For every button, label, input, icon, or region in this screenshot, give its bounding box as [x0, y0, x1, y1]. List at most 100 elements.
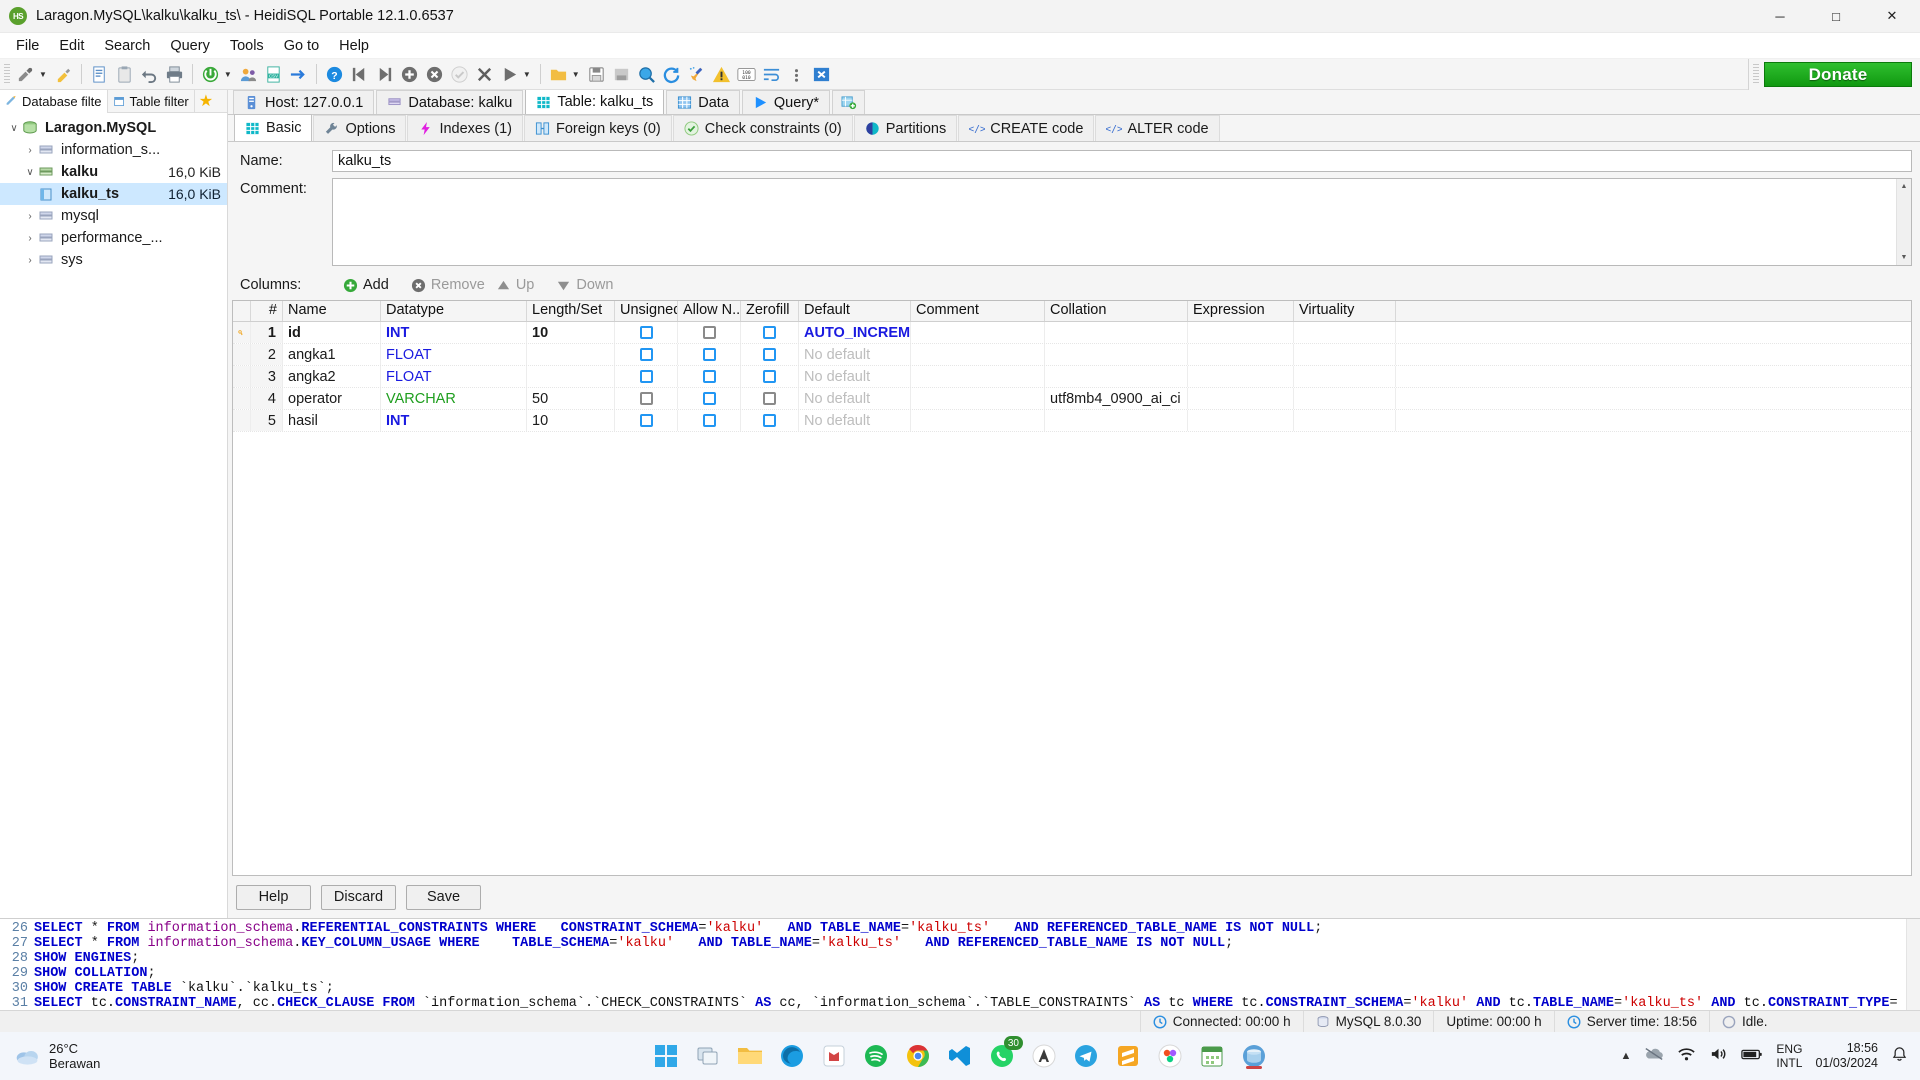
checkbox[interactable]	[763, 370, 776, 383]
checkbox[interactable]	[640, 370, 653, 383]
column-comment-cell[interactable]	[911, 410, 1045, 431]
delete-row-icon[interactable]	[422, 61, 447, 87]
toolbar-grip[interactable]	[4, 64, 10, 84]
heidisql-taskbar-icon[interactable]	[1239, 1041, 1269, 1071]
database-filter-input[interactable]: Database filte	[0, 90, 108, 113]
subtab-alter-code[interactable]: </> ALTER code	[1095, 115, 1219, 141]
column-comment-cell[interactable]	[911, 366, 1045, 387]
subtab-basic[interactable]: Basic	[234, 114, 312, 141]
donate-grip[interactable]	[1753, 64, 1759, 84]
row-number-cell[interactable]: 2	[251, 344, 283, 365]
refresh-circle-icon[interactable]	[659, 61, 684, 87]
binary-icon[interactable]: 100010	[734, 61, 759, 87]
open-folder-icon[interactable]	[546, 61, 571, 87]
undo-icon[interactable]	[137, 61, 162, 87]
column-virtuality-cell[interactable]	[1294, 388, 1396, 409]
col-header-default[interactable]: Default	[799, 301, 911, 321]
column-name-cell[interactable]: angka2	[283, 366, 381, 387]
column-length-cell[interactable]: 10	[527, 410, 615, 431]
col-header-zerofill[interactable]: Zerofill	[741, 301, 799, 321]
column-default-cell[interactable]: No default	[799, 410, 911, 431]
row-key-cell[interactable]	[233, 388, 251, 409]
table-filter-input[interactable]: Table filter	[108, 90, 195, 113]
tab-new-query[interactable]	[832, 90, 865, 114]
col-header-unsigned[interactable]: Unsigned	[615, 301, 678, 321]
expander-icon[interactable]: ›	[22, 255, 38, 266]
column-name-cell[interactable]: hasil	[283, 410, 381, 431]
tab-host[interactable]: Host: 127.0.0.1	[233, 90, 374, 114]
column-expression-cell[interactable]	[1188, 322, 1294, 343]
row-key-cell[interactable]	[233, 344, 251, 365]
disconnect-icon[interactable]	[51, 61, 76, 87]
chrome-icon[interactable]	[903, 1041, 933, 1071]
subtab-check-constraints[interactable]: Check constraints (0)	[673, 115, 853, 141]
column-allownull-cell[interactable]	[678, 366, 741, 387]
help-icon[interactable]: ?	[322, 61, 347, 87]
menu-tools[interactable]: Tools	[220, 35, 274, 57]
figma-icon[interactable]	[1155, 1041, 1185, 1071]
col-header-allownull[interactable]: Allow N...	[678, 301, 741, 321]
warn-icon[interactable]	[709, 61, 734, 87]
col-header-length[interactable]: Length/Set	[527, 301, 615, 321]
donate-button[interactable]: Donate	[1764, 62, 1912, 87]
autodesk-icon[interactable]	[1029, 1041, 1059, 1071]
wrap-lines-icon[interactable]	[759, 61, 784, 87]
tree-node-performance-schema[interactable]: › performance_...	[0, 227, 227, 249]
column-comment-cell[interactable]	[911, 344, 1045, 365]
row-key-cell[interactable]	[233, 410, 251, 431]
tab-query[interactable]: Query*	[742, 90, 830, 114]
last-row-icon[interactable]	[372, 61, 397, 87]
column-expression-cell[interactable]	[1188, 366, 1294, 387]
row-number-cell[interactable]: 1	[251, 322, 283, 343]
column-allownull-cell[interactable]	[678, 410, 741, 431]
column-collation-cell[interactable]	[1045, 410, 1188, 431]
row-number-cell[interactable]: 4	[251, 388, 283, 409]
column-zerofill-cell[interactable]	[741, 322, 799, 343]
save-icon[interactable]	[584, 61, 609, 87]
col-header-expression[interactable]: Expression	[1188, 301, 1294, 321]
column-name-cell[interactable]: angka1	[283, 344, 381, 365]
wifi-icon[interactable]	[1677, 1046, 1696, 1066]
remove-column-button[interactable]: Remove	[400, 274, 496, 296]
minimize-button[interactable]: ─	[1752, 0, 1808, 33]
column-comment-cell[interactable]	[911, 388, 1045, 409]
find-icon[interactable]	[634, 61, 659, 87]
tree-node-sys[interactable]: › sys	[0, 249, 227, 271]
column-unsigned-cell[interactable]	[615, 388, 678, 409]
menu-edit[interactable]: Edit	[49, 35, 94, 57]
table-row[interactable]: 3angka2FLOATNo default	[233, 366, 1911, 388]
column-default-cell[interactable]: AUTO_INCREME...	[799, 322, 911, 343]
subtab-options[interactable]: Options	[313, 115, 406, 141]
stop-icon[interactable]	[809, 61, 834, 87]
col-header-num[interactable]: #	[251, 301, 283, 321]
column-length-cell[interactable]	[527, 366, 615, 387]
discard-button[interactable]: Discard	[321, 885, 396, 910]
column-expression-cell[interactable]	[1188, 388, 1294, 409]
volume-icon[interactable]	[1709, 1046, 1728, 1066]
calendar-icon[interactable]	[1197, 1041, 1227, 1071]
column-datatype-cell[interactable]: INT	[381, 410, 527, 431]
tab-data[interactable]: Data	[666, 90, 740, 114]
comment-scrollbar[interactable]: ▲ ▼	[1896, 179, 1911, 265]
col-header-key[interactable]	[233, 301, 251, 321]
menu-help[interactable]: Help	[329, 35, 379, 57]
column-unsigned-cell[interactable]	[615, 410, 678, 431]
table-comment-textarea[interactable]: ▲ ▼	[332, 178, 1912, 266]
column-expression-cell[interactable]	[1188, 410, 1294, 431]
column-zerofill-cell[interactable]	[741, 344, 799, 365]
column-virtuality-cell[interactable]	[1294, 322, 1396, 343]
checkbox[interactable]	[703, 370, 716, 383]
open-dropdown-caret[interactable]: ▼	[571, 70, 584, 79]
checkbox[interactable]	[703, 326, 716, 339]
expander-icon[interactable]: ∨	[6, 123, 22, 134]
expander-icon[interactable]: ›	[22, 211, 38, 222]
column-expression-cell[interactable]	[1188, 344, 1294, 365]
checkbox[interactable]	[703, 414, 716, 427]
column-comment-cell[interactable]	[911, 322, 1045, 343]
table-row[interactable]: 2angka1FLOATNo default	[233, 344, 1911, 366]
move-down-button[interactable]: Down	[545, 274, 624, 296]
expander-icon[interactable]: ›	[22, 233, 38, 244]
column-virtuality-cell[interactable]	[1294, 344, 1396, 365]
save-button[interactable]: Save	[406, 885, 481, 910]
column-unsigned-cell[interactable]	[615, 344, 678, 365]
